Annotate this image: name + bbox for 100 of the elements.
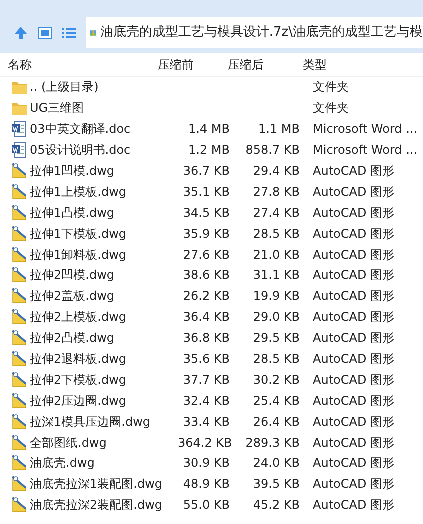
packed-size-cell-text: 30.2 KB [252, 372, 300, 389]
packed-size-cell-text: 1.1 MB [258, 121, 300, 138]
file-row-name[interactable]: 拉伸2压边圈.dwg [0, 392, 178, 410]
folder-icon [12, 80, 27, 94]
drawing-file-icon [12, 455, 27, 472]
drawing-file-icon [12, 476, 27, 492]
type-cell-text: AutoCAD 图形 [312, 455, 395, 472]
size-cell-text: 1.2 MB [188, 142, 230, 160]
file-row-name[interactable]: 拉伸2下模板.dwg [0, 370, 178, 389]
packed-size-cell-text: 39.5 KB [252, 476, 300, 494]
file-row-name[interactable]: 03中英文翻译.doc [0, 120, 178, 138]
packed-size-cell-text: 24.0 KB [252, 455, 300, 472]
drawing-file-icon [12, 184, 27, 200]
file-row-name[interactable]: UG三维图 [0, 99, 178, 118]
drawing-file-icon [12, 414, 27, 430]
file-row-name[interactable]: 油底壳拉深1装配图.dwg [0, 475, 178, 494]
file-row-name[interactable]: 拉伸1卸料板.dwg [0, 246, 178, 264]
file-row-name[interactable]: 拉深1模具压边圈.dwg [0, 412, 178, 431]
type-cell-text: AutoCAD 图形 [312, 267, 395, 284]
packed-size-cell-text: 21.0 KB [252, 246, 300, 264]
type-cell-text: 文件夹 [312, 100, 349, 118]
packed-size-cell-text: 31.1 KB [252, 267, 300, 284]
type-cell-text: AutoCAD 图形 [312, 434, 395, 452]
size-cell-text: 32.4 KB [182, 392, 230, 410]
type-cell-text: AutoCAD 图形 [312, 163, 395, 180]
size-cell-text: 38.6 KB [182, 267, 230, 284]
file-row-name[interactable]: 拉伸2凹模.dwg [0, 266, 178, 284]
type-cell-text: AutoCAD 图形 [312, 246, 395, 264]
size-cell-text: 36.7 KB [182, 163, 230, 180]
packed-size-cell-text: 289.3 KB [244, 434, 300, 452]
size-cell-text: 48.9 KB [182, 476, 230, 494]
column-header[interactable]: 压缩前 [158, 56, 228, 74]
packed-size-cell-text: 45.2 KB [252, 497, 300, 514]
up-arrow-icon[interactable] [14, 26, 28, 40]
size-cell-text: 35.9 KB [182, 226, 230, 243]
type-cell-text: Microsoft Word ... [312, 142, 418, 160]
drawing-file-icon [12, 204, 27, 221]
size-cell-text: 34.5 KB [182, 204, 230, 222]
file-row-name[interactable]: 全部图纸.dwg [0, 434, 178, 452]
type-cell-text: AutoCAD 图形 [312, 309, 395, 326]
drawing-file-icon [12, 434, 27, 451]
document-icon [12, 121, 27, 138]
size-cell-text: 33.4 KB [182, 414, 230, 431]
drawing-file-icon [12, 497, 27, 514]
size-cell-text: 55.0 KB [182, 497, 230, 514]
size-cell-text: 35.6 KB [182, 351, 230, 368]
file-row-name[interactable]: 拉伸2上模板.dwg [0, 308, 178, 326]
packed-size-cell-text: 29.4 KB [252, 163, 300, 180]
size-cell-text: 27.6 KB [182, 246, 230, 264]
packed-size-cell-text: 27.8 KB [252, 184, 300, 201]
drawing-file-icon [12, 330, 27, 346]
size-cell-text: 36.4 KB [182, 309, 230, 326]
packed-size-cell-text: 28.5 KB [252, 351, 300, 368]
file-row-name[interactable]: 05设计说明书.doc [0, 141, 178, 160]
file-row-name[interactable]: 拉伸1下模板.dwg [0, 224, 178, 243]
type-cell-text: Microsoft Word ... [312, 121, 418, 138]
address-bar[interactable]: 油底壳的成型工艺与模具设计.7z\油底壳的成型工艺与模 [86, 17, 423, 48]
drawing-file-icon [12, 351, 27, 368]
file-row-name[interactable]: 拉伸1凹模.dwg [0, 162, 178, 180]
file-row-name[interactable]: 拉伸1上模板.dwg [0, 182, 178, 201]
file-row-name[interactable]: .. (上级目录) [0, 78, 178, 96]
column-header[interactable]: 名称 [0, 56, 158, 74]
drawing-file-icon [12, 288, 27, 304]
file-row-name[interactable]: 拉伸2凸模.dwg [0, 329, 178, 348]
type-cell-text: AutoCAD 图形 [312, 476, 395, 494]
type-cell-text: AutoCAD 图形 [312, 184, 395, 201]
size-cell-text: 36.8 KB [182, 330, 230, 348]
column-header[interactable]: 压缩后 [228, 56, 303, 74]
view-icon[interactable] [38, 26, 52, 38]
packed-size-cell-text: 26.4 KB [252, 414, 300, 431]
drawing-file-icon [12, 267, 27, 284]
file-row-name[interactable]: 拉伸2盖板.dwg [0, 287, 178, 306]
list-icon[interactable] [62, 26, 76, 38]
type-cell-text: AutoCAD 图形 [312, 226, 395, 243]
drawing-file-icon [12, 163, 27, 179]
type-cell-text: AutoCAD 图形 [312, 351, 395, 368]
drawing-file-icon [12, 372, 27, 388]
size-cell-text: 364.2 KB [178, 434, 230, 452]
document-icon [12, 142, 27, 158]
packed-size-cell-text: 19.9 KB [252, 288, 300, 306]
packed-size-cell-text: 858.7 KB [244, 142, 300, 160]
size-cell-text: 26.2 KB [182, 288, 230, 306]
file-row-name[interactable]: 拉伸1凸模.dwg [0, 204, 178, 222]
drawing-file-icon [12, 309, 27, 326]
column-header[interactable]: 类型 [303, 56, 327, 74]
type-cell-text: AutoCAD 图形 [312, 372, 395, 389]
type-cell-text: AutoCAD 图形 [312, 497, 395, 514]
packed-size-cell-text: 28.5 KB [252, 226, 300, 243]
type-cell-text: AutoCAD 图形 [312, 288, 395, 306]
file-row-name[interactable]: 油底壳.dwg [0, 454, 178, 472]
file-row-name[interactable]: 拉伸2退料板.dwg [0, 350, 178, 368]
packed-size-cell-text: 29.5 KB [252, 330, 300, 348]
drawing-file-icon [12, 226, 27, 242]
size-cell-text: 30.9 KB [182, 455, 230, 472]
packed-size-cell-text: 27.4 KB [252, 204, 300, 222]
size-cell-text: 1.4 MB [188, 121, 230, 138]
packed-size-cell-text: 29.0 KB [252, 309, 300, 326]
file-row-name[interactable]: 油底壳拉深2装配图.dwg [0, 496, 178, 514]
folder-icon [12, 101, 27, 116]
size-cell-text: 35.1 KB [182, 184, 230, 201]
